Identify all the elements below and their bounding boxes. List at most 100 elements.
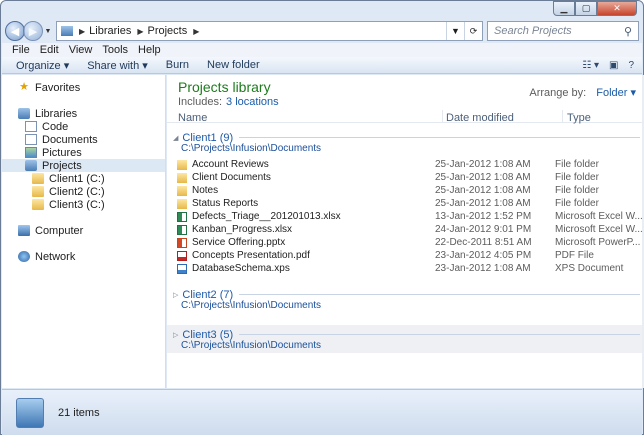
breadcrumb-projects[interactable]: Projects	[148, 25, 188, 37]
burn-button[interactable]: Burn	[166, 59, 189, 71]
file-row[interactable]: Service Offering.pptx 22-Dec-2011 8:51 AM…	[177, 236, 644, 249]
help-icon[interactable]: ?	[628, 60, 634, 71]
nav-documents[interactable]: Documents	[2, 133, 165, 146]
group-name: Client3 (5)	[182, 328, 234, 341]
file-name-cell: Defects_Triage__201201013.xlsx	[177, 211, 435, 222]
nav-libraries-label: Libraries	[35, 107, 78, 120]
file-row[interactable]: Notes 25-Jan-2012 1:08 AM File folder	[177, 184, 644, 197]
address-bar[interactable]: ▶ Libraries ▶ Projects ▶ ▼ ⟳	[56, 21, 483, 41]
command-bar: Organize ▾ Share with ▾ Burn New folder …	[2, 57, 642, 74]
breadcrumb-arrow-icon[interactable]: ▶	[79, 27, 85, 36]
xlsx-file-icon	[177, 211, 187, 222]
locations-link[interactable]: 3 locations	[226, 96, 279, 108]
menu-edit[interactable]: Edit	[40, 43, 59, 57]
nav-code-label: Code	[42, 120, 69, 133]
menu-bar: File Edit View Tools Help	[2, 43, 642, 57]
file-row[interactable]: DatabaseSchema.xps 23-Jan-2012 1:08 AM XPS…	[177, 262, 644, 275]
file-row[interactable]: Kanban_Progress.xlsx 24-Jan-2012 9:01 PM M…	[177, 223, 644, 236]
expand-arrow-icon[interactable]: ▷	[173, 291, 178, 299]
file-date: 25-Jan-2012 1:08 AM	[435, 159, 531, 170]
menu-file[interactable]: File	[12, 43, 30, 57]
nav-favorites[interactable]: ★ Favorites	[2, 81, 165, 94]
library-folder-icon	[61, 26, 73, 36]
minimize-button[interactable]: ▁	[553, 1, 575, 16]
preview-pane-icon[interactable]: ▣	[609, 60, 618, 71]
arrange-by: Arrange by: Folder ▾	[529, 86, 636, 99]
refresh-icon[interactable]: ⟳	[464, 22, 482, 40]
column-name[interactable]: Name	[178, 112, 207, 124]
nav-client3[interactable]: Client3 (C:)	[2, 198, 165, 211]
file-name-cell: Status Reports	[177, 198, 435, 209]
pptx-file-icon	[177, 237, 187, 248]
file-type: XPS Document	[555, 263, 624, 274]
group-location-link[interactable]: C:\Projects\Infusion\Documents	[181, 143, 321, 154]
file-name: Client Documents	[192, 172, 271, 183]
organize-button[interactable]: Organize ▾	[16, 59, 69, 72]
file-row[interactable]: Account Reviews 25-Jan-2012 1:08 AM File f…	[177, 158, 644, 171]
file-date: 23-Jan-2012 1:08 AM	[435, 263, 531, 274]
breadcrumb-libraries[interactable]: Libraries	[89, 25, 131, 37]
nav-computer[interactable]: Computer	[2, 224, 165, 237]
content-pane: Projects library Includes: 3 locations Ar…	[167, 75, 644, 388]
file-row[interactable]: Status Reports 25-Jan-2012 1:08 AM File fo…	[177, 197, 644, 210]
breadcrumb-arrow-icon[interactable]: ▶	[193, 27, 199, 36]
file-row[interactable]: Concepts Presentation.pdf 23-Jan-2012 4:0…	[177, 249, 644, 262]
file-name-cell: Kanban_Progress.xlsx	[177, 224, 435, 235]
nav-projects[interactable]: Projects	[2, 159, 165, 172]
address-dropdown-icon[interactable]: ▼	[446, 22, 464, 40]
column-date-modified[interactable]: Date modified	[446, 112, 514, 124]
file-name: Notes	[192, 185, 219, 196]
group-location-link[interactable]: C:\Projects\Infusion\Documents	[181, 340, 321, 351]
share-with-button[interactable]: Share with ▾	[87, 59, 148, 72]
recent-pages-dropdown[interactable]: ▼	[43, 28, 53, 35]
xlsx-file-icon	[177, 224, 187, 235]
file-row[interactable]: Defects_Triage__201201013.xlsx 13-Jan-201…	[177, 210, 644, 223]
column-type[interactable]: Type	[567, 112, 591, 124]
new-folder-button[interactable]: New folder	[207, 59, 260, 71]
breadcrumb-arrow-icon[interactable]: ▶	[137, 27, 143, 36]
nav-documents-label: Documents	[42, 133, 98, 146]
column-divider[interactable]	[562, 110, 563, 123]
nav-favorites-label: Favorites	[35, 81, 81, 94]
back-button[interactable]: ◀	[5, 21, 25, 41]
change-view-icon[interactable]: ☷ ▾	[582, 60, 599, 71]
menu-help[interactable]: Help	[138, 43, 161, 57]
nav-pictures[interactable]: Pictures	[2, 146, 165, 159]
file-name: Kanban_Progress.xlsx	[192, 224, 293, 235]
menu-tools[interactable]: Tools	[102, 43, 128, 57]
column-divider[interactable]	[442, 110, 443, 123]
close-button[interactable]: ✕	[597, 1, 637, 16]
file-row[interactable]: Client Documents 25-Jan-2012 1:08 AM File …	[177, 171, 644, 184]
file-name-cell: Service Offering.pptx	[177, 237, 435, 248]
nav-client2[interactable]: Client2 (C:)	[2, 185, 165, 198]
arrange-dropdown[interactable]: Folder ▾	[596, 87, 636, 99]
file-type: Microsoft Excel W...	[555, 211, 643, 222]
group-divider	[239, 334, 640, 335]
nav-client1-label: Client1 (C:)	[49, 172, 105, 185]
search-icon[interactable]: ⚲	[618, 25, 638, 38]
includes-label: Includes:	[178, 96, 223, 108]
nav-code[interactable]: Code	[2, 120, 165, 133]
file-name: Service Offering.pptx	[192, 237, 286, 248]
file-type: File folder	[555, 198, 599, 209]
collapse-arrow-icon[interactable]: ◢	[173, 134, 178, 142]
forward-button[interactable]: ▶	[23, 21, 43, 41]
nav-network[interactable]: Network	[2, 250, 165, 263]
nav-client1[interactable]: Client1 (C:)	[2, 172, 165, 185]
file-name-cell: Notes	[177, 185, 435, 196]
maximize-button[interactable]: ▢	[575, 1, 597, 16]
menu-view[interactable]: View	[69, 43, 93, 57]
group-name: Client1 (9)	[182, 131, 234, 144]
nav-libraries[interactable]: Libraries	[2, 107, 165, 120]
group-location-link[interactable]: C:\Projects\Infusion\Documents	[181, 300, 321, 311]
file-type: Microsoft PowerP...	[555, 237, 641, 248]
search-input[interactable]: Search Projects ⚲	[487, 21, 639, 41]
expand-arrow-icon[interactable]: ▷	[173, 331, 178, 339]
file-date: 25-Jan-2012 1:08 AM	[435, 172, 531, 183]
details-pane: 21 items	[2, 389, 642, 435]
group-divider	[239, 294, 640, 295]
nav-projects-label: Projects	[42, 159, 82, 172]
computer-icon	[18, 225, 30, 236]
folder-file-icon	[177, 159, 187, 170]
nav-pictures-label: Pictures	[42, 146, 82, 159]
